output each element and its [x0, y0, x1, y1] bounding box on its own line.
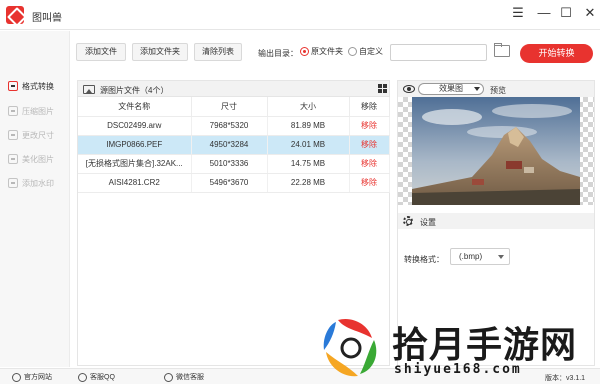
table-header-row: 文件名称 尺寸 大小 移除 [78, 97, 390, 117]
radio-checked-icon [300, 47, 309, 56]
output-path-input[interactable] [390, 44, 487, 61]
radio-label: 自定义 [359, 47, 383, 56]
file-list-title: 源图片文件（4个） [100, 86, 169, 95]
wechat-support-link[interactable]: 微信客服 [164, 372, 204, 382]
column-header-remove: 移除 [349, 97, 390, 117]
maximize-icon[interactable]: ☐ [556, 4, 576, 22]
preview-header: 效果图 预览 [398, 81, 594, 97]
column-header-dimensions[interactable]: 尺寸 [191, 97, 268, 117]
start-convert-button[interactable]: 开始转换 [520, 44, 593, 63]
sidebar-item-watermark[interactable]: 添加水印 [8, 176, 54, 190]
table-row[interactable]: DSC02499.arw 7968*5320 81.89 MB 移除 [78, 116, 390, 136]
settings-header: 设置 [398, 213, 594, 229]
radio-label: 原文件夹 [311, 47, 343, 56]
qq-icon [78, 372, 87, 382]
website-link[interactable]: 官方网站 [12, 372, 52, 382]
chevron-down-icon [474, 87, 480, 91]
resize-icon [8, 130, 18, 140]
watermark-url: shiyue168.com [394, 362, 522, 377]
minimize-icon[interactable]: — [534, 4, 554, 22]
sidebar-item-label: 压缩图片 [22, 106, 54, 116]
radio-unchecked-icon [348, 47, 357, 56]
qq-support-link[interactable]: 客服QQ [78, 372, 115, 382]
watermark-icon [8, 178, 18, 188]
add-file-button[interactable]: 添加文件 [76, 43, 126, 61]
sidebar-item-format-convert[interactable]: 格式转换 [8, 79, 54, 93]
output-dir-label: 输出目录： [258, 49, 298, 58]
title-bar: 图叫兽 ☰ — ☐ ✕ [0, 0, 600, 30]
radio-original-folder[interactable]: 原文件夹 [300, 46, 343, 57]
file-name-cell: AISI4281.CR2 [78, 173, 192, 193]
radio-custom-folder[interactable]: 自定义 [348, 46, 383, 57]
folder-open-icon[interactable] [494, 43, 510, 57]
remove-link[interactable]: 移除 [349, 135, 390, 155]
clear-list-button[interactable]: 清除列表 [194, 43, 242, 61]
file-name-cell: DSC02499.arw [78, 116, 192, 136]
file-name-cell: IMGP0866.PEF [78, 135, 192, 155]
sidebar-item-label: 美化图片 [22, 154, 54, 164]
close-icon[interactable]: ✕ [580, 4, 600, 22]
sidebar-item-beautify[interactable]: 美化图片 [8, 152, 54, 166]
home-icon [12, 372, 21, 382]
convert-icon [8, 81, 18, 91]
gear-icon [403, 216, 413, 226]
file-dimensions-cell: 4950*3284 [191, 135, 268, 155]
watermark-logo-icon [323, 318, 377, 377]
file-size-cell: 22.28 MB [267, 173, 350, 193]
sidebar-item-compress[interactable]: 压缩图片 [8, 104, 54, 118]
watermark: 拾月手游网 shiyue168.com [318, 312, 600, 384]
file-size-cell: 14.75 MB [267, 154, 350, 174]
effect-dropdown-value: 效果图 [439, 84, 463, 93]
image-icon [83, 85, 95, 94]
menu-icon[interactable]: ☰ [508, 4, 528, 22]
column-header-size[interactable]: 大小 [267, 97, 350, 117]
remove-link[interactable]: 移除 [349, 116, 390, 136]
file-table: 文件名称 尺寸 大小 移除 DSC02499.arw 7968*5320 81.… [78, 97, 390, 193]
grid-view-icon[interactable] [378, 84, 387, 93]
app-title: 图叫兽 [32, 13, 62, 24]
beautify-icon [8, 154, 18, 164]
remove-link[interactable]: 移除 [349, 154, 390, 174]
file-dimensions-cell: 7968*5320 [191, 116, 268, 136]
file-size-cell: 81.89 MB [267, 116, 350, 136]
format-label: 转换格式： [404, 255, 444, 264]
settings-label: 设置 [420, 218, 436, 227]
preview-label: 预览 [490, 86, 506, 95]
compress-icon [8, 106, 18, 116]
file-dimensions-cell: 5010*3336 [191, 154, 268, 174]
watermark-text: 拾月手游网 [392, 324, 578, 366]
remove-link[interactable]: 移除 [349, 173, 390, 193]
column-header-name[interactable]: 文件名称 [78, 97, 192, 117]
qq-label: 客服QQ [90, 374, 115, 381]
add-folder-button[interactable]: 添加文件夹 [132, 43, 188, 61]
table-row[interactable]: AISI4281.CR2 5496*3670 22.28 MB 移除 [78, 173, 390, 193]
preview-image-area [398, 97, 594, 205]
table-row[interactable]: [无损格式图片集合].32AK... 5010*3336 14.75 MB 移除 [78, 154, 390, 174]
format-dropdown[interactable]: (.bmp) [450, 248, 510, 265]
wechat-icon [164, 372, 173, 382]
file-name-cell: [无损格式图片集合].32AK... [78, 154, 192, 174]
website-label: 官方网站 [24, 374, 52, 381]
sidebar-item-label: 格式转换 [22, 81, 54, 91]
wechat-label: 微信客服 [176, 374, 204, 381]
file-size-cell: 24.01 MB [267, 135, 350, 155]
sidebar-item-resize[interactable]: 更改尺寸 [8, 128, 54, 142]
file-list-header: 源图片文件（4个） [78, 81, 389, 97]
preview-photo [412, 97, 580, 205]
file-dimensions-cell: 5496*3670 [191, 173, 268, 193]
landscape-photo-image [412, 97, 580, 205]
table-row[interactable]: IMGP0866.PEF 4950*3284 24.01 MB 移除 [78, 135, 390, 155]
app-logo-icon [6, 6, 24, 24]
sidebar: 格式转换 压缩图片 更改尺寸 美化图片 添加水印 [0, 31, 70, 367]
chevron-down-icon [498, 255, 504, 259]
toolbar: 添加文件 添加文件夹 清除列表 输出目录： 原文件夹 自定义 开始转换 [70, 31, 600, 75]
effect-dropdown[interactable]: 效果图 [418, 83, 484, 95]
eye-icon[interactable] [403, 85, 415, 93]
format-dropdown-value: (.bmp) [459, 252, 483, 261]
sidebar-item-label: 添加水印 [22, 178, 54, 188]
sidebar-item-label: 更改尺寸 [22, 130, 54, 140]
